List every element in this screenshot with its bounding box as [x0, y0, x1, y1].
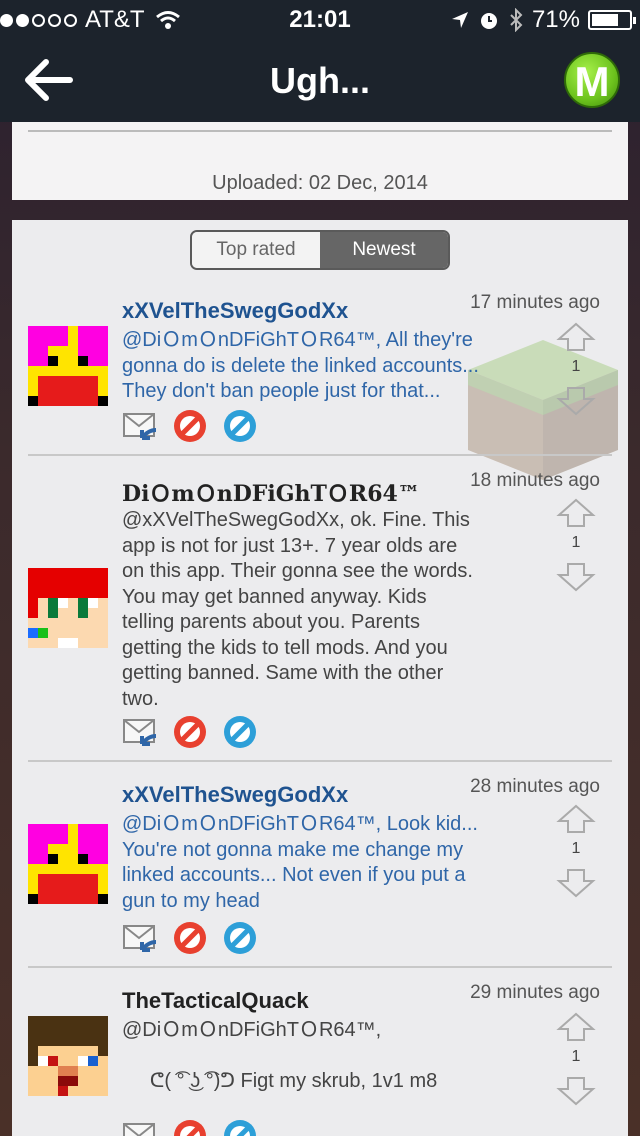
post-info-card: Uploaded: 02 Dec, 2014	[12, 122, 628, 200]
upvote-arrow-icon[interactable]	[556, 1012, 596, 1042]
downvote-arrow-icon[interactable]	[556, 386, 596, 416]
downvote-arrow-icon[interactable]	[556, 562, 596, 592]
comment-text: @DiＯmＯnDFiGhTＯR64™, Look kid... You're n…	[122, 813, 478, 912]
comment-actions	[122, 408, 258, 444]
block-icon[interactable]	[222, 714, 258, 750]
location-icon	[451, 12, 468, 28]
comment-item: DiＯmＯnDFiGhTＯR64™ 18 minutes ago @xXVelT…	[28, 456, 612, 762]
vote-count: 1	[571, 1048, 581, 1065]
alarm-icon	[480, 13, 497, 29]
comment-actions	[122, 714, 258, 750]
report-icon[interactable]	[172, 1118, 208, 1136]
upvote-arrow-icon[interactable]	[556, 322, 596, 352]
comment-actions	[122, 1118, 258, 1136]
nav-bar: Ugh... M	[0, 40, 640, 122]
reply-icon[interactable]	[122, 920, 158, 956]
comment-item: xXVelTheSwegGodXx 17 minutes ago @DiＯmＯn…	[28, 286, 612, 456]
comment-text: @DiＯmＯnDFiGhTＯR64™, ᕦ( ͡° ͜ʖ ͡°)ᕤ Figt m…	[122, 1019, 438, 1092]
downvote-arrow-icon[interactable]	[556, 868, 596, 898]
comments-card: Top rated Newest xXVelTheSwegGodXx 17 mi…	[12, 220, 628, 1136]
tab-newest[interactable]: Newest	[320, 232, 448, 268]
avatar[interactable]	[28, 568, 108, 648]
upvote-arrow-icon[interactable]	[556, 498, 596, 528]
avatar[interactable]	[28, 326, 108, 406]
battery-percent: 71%	[531, 6, 580, 33]
status-bar: AT&T 21:01 71%	[0, 0, 640, 40]
comment-username[interactable]: xXVelTheSwegGodXx	[122, 782, 348, 808]
report-icon[interactable]	[172, 714, 208, 750]
divider	[28, 130, 612, 132]
avatar[interactable]	[28, 1016, 108, 1096]
comment-time: 18 minutes ago	[470, 470, 600, 491]
comment-text: @xXVelTheSwegGodXx, ok. Fine. This app i…	[122, 509, 473, 710]
report-icon[interactable]	[172, 920, 208, 956]
comment-time: 28 minutes ago	[470, 776, 600, 797]
avatar[interactable]	[28, 824, 108, 904]
sort-toggle[interactable]: Top rated Newest	[190, 230, 450, 270]
report-icon[interactable]	[172, 408, 208, 444]
block-icon[interactable]	[222, 408, 258, 444]
battery-icon	[588, 10, 636, 30]
comment-username[interactable]: DiＯmＯnDFiGhTＯR64™	[122, 476, 420, 508]
upload-date: Uploaded: 02 Dec, 2014	[212, 172, 428, 194]
comment-item: xXVelTheSwegGodXx 28 minutes ago @DiＯmＯn…	[28, 762, 612, 968]
block-icon[interactable]	[222, 1118, 258, 1136]
comment-username[interactable]: TheTacticalQuack	[122, 988, 309, 1014]
page-title: Ugh...	[270, 60, 370, 101]
downvote-arrow-icon[interactable]	[556, 1076, 596, 1106]
vote-count: 1	[571, 358, 581, 375]
reply-icon[interactable]	[122, 408, 158, 444]
reply-icon[interactable]	[122, 714, 158, 750]
app-logo[interactable]: M	[564, 52, 620, 108]
comment-item: TheTacticalQuack 29 minutes ago @DiＯmＯnD…	[28, 968, 612, 1136]
comment-time: 29 minutes ago	[470, 982, 600, 1003]
reply-icon[interactable]	[122, 1118, 158, 1136]
comment-username[interactable]: xXVelTheSwegGodXx	[122, 298, 348, 324]
comment-actions	[122, 920, 258, 956]
comment-text: @DiＯmＯnDFiGhTＯR64™, All they're gonna do…	[122, 329, 479, 402]
vote-count: 1	[571, 534, 581, 551]
comment-time: 17 minutes ago	[470, 292, 600, 313]
tab-top-rated[interactable]: Top rated	[192, 232, 320, 268]
block-icon[interactable]	[222, 920, 258, 956]
upvote-arrow-icon[interactable]	[556, 804, 596, 834]
vote-count: 1	[571, 840, 581, 857]
bluetooth-icon	[510, 8, 523, 32]
